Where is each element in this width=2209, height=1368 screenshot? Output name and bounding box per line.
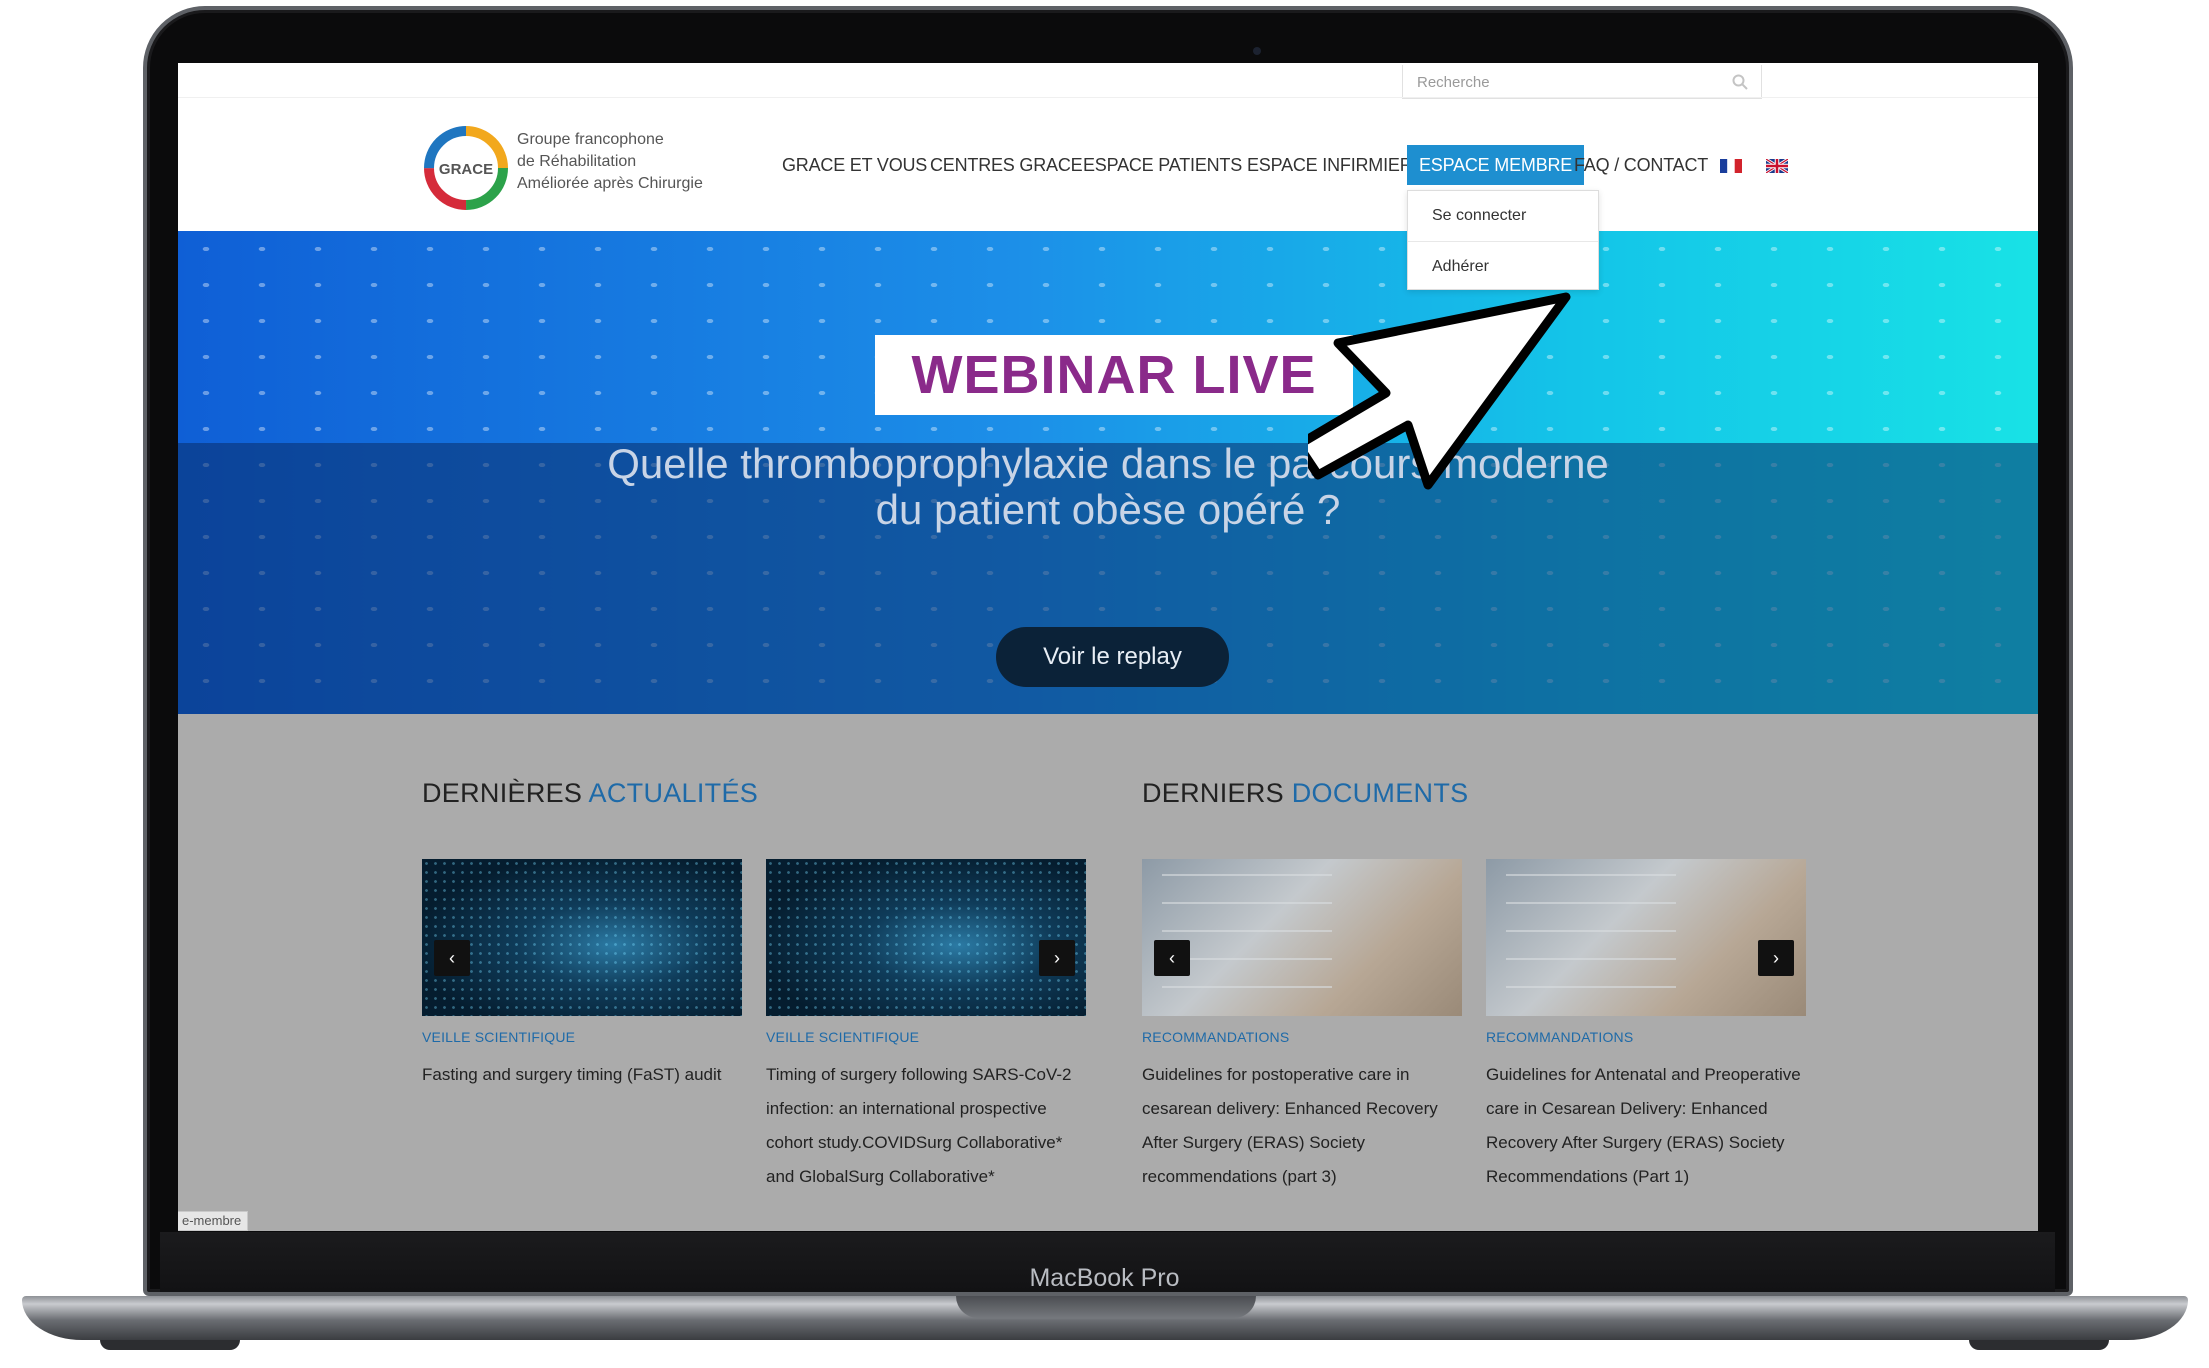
logo-tagline-line: Améliorée après Chirurgie (517, 175, 703, 192)
nav-item-centres-grace[interactable]: CENTRES GRACE (930, 145, 1083, 185)
docs-section-title: DERNIERS DOCUMENTS (1142, 778, 1468, 809)
hero-badge-text: WEBINAR LIVE (911, 345, 1317, 405)
section-title-plain: DERNIERS (1142, 778, 1292, 808)
news-card-title[interactable]: Fasting and surgery timing (FaST) audit (422, 1058, 732, 1092)
status-link-preview: e-membre (178, 1211, 249, 1231)
news-card-title[interactable]: Timing of surgery following SARS-CoV-2 i… (766, 1058, 1091, 1194)
laptop-foot (100, 1340, 240, 1350)
nav-item-espace-infirmier[interactable]: ESPACE INFIRMIER (1247, 145, 1413, 185)
news-section-title: DERNIÈRES ACTUALITÉS (422, 778, 758, 809)
nav-item-espace-patients[interactable]: ESPACE PATIENTS (1083, 145, 1242, 185)
laptop-foot (1969, 1340, 2109, 1350)
doc-card-title[interactable]: Guidelines for postoperative care in ces… (1142, 1058, 1467, 1194)
chevron-right-icon[interactable]: › (1039, 940, 1075, 976)
chevron-left-icon[interactable]: ‹ (434, 940, 470, 976)
section-title-plain: DERNIÈRES (422, 778, 589, 808)
doc-card-category[interactable]: RECOMMANDATIONS (1142, 1029, 1289, 1045)
doc-card-image[interactable] (1142, 859, 1462, 1016)
device-label: MacBook Pro (1029, 1264, 1180, 1292)
logo-tagline: Groupe francophone de Réhabilitation Amé… (517, 129, 737, 195)
hero-slider: WEBINAR LIVE Quelle thromboprophylaxie d… (178, 231, 2038, 714)
chevron-right-icon[interactable]: › (1758, 940, 1794, 976)
doc-card-image[interactable] (1486, 859, 1806, 1016)
section-title-accent: DOCUMENTS (1291, 778, 1469, 808)
news-card-image[interactable] (766, 859, 1086, 1016)
grace-logo[interactable]: GRACE (421, 123, 511, 213)
news-card-category[interactable]: VEILLE SCIENTIFIQUE (766, 1029, 919, 1045)
menu-item-adherer[interactable]: Adhérer (1408, 241, 1598, 291)
nav-item-espace-membre[interactable]: ESPACE MEMBRE (1407, 145, 1585, 185)
news-card-image[interactable] (422, 859, 742, 1016)
nav-item-faq-contact[interactable]: FAQ / CONTACT (1574, 145, 1708, 185)
french-flag-icon[interactable] (1720, 159, 1742, 173)
search-input[interactable] (1417, 71, 1717, 93)
search-icon[interactable] (1731, 73, 1749, 91)
nav-item-grace-et-vous[interactable]: GRACE ET VOUS (782, 145, 927, 185)
section-title-accent: ACTUALITÉS (588, 778, 759, 808)
arrow-pointer-icon (1308, 292, 1571, 490)
camera-icon (1253, 47, 1261, 55)
chevron-left-icon[interactable]: ‹ (1154, 940, 1190, 976)
logo-tagline-line: de Réhabilitation (517, 153, 637, 170)
header-divider (178, 97, 2038, 98)
espace-membre-dropdown: Se connecter Adhérer (1407, 190, 1599, 290)
replay-button[interactable]: Voir le replay (996, 627, 1229, 687)
news-card-category[interactable]: VEILLE SCIENTIFIQUE (422, 1029, 575, 1045)
svg-text:GRACE: GRACE (439, 161, 493, 178)
browser-screen: GRACE Groupe francophone de Réhabilitati… (178, 63, 2038, 1231)
menu-item-se-connecter[interactable]: Se connecter (1408, 191, 1598, 241)
hero-badge: WEBINAR LIVE (875, 335, 1353, 415)
logo-tagline-line: Groupe francophone (517, 131, 664, 148)
search-box (1402, 65, 1762, 99)
laptop-notch (956, 1296, 1256, 1318)
uk-flag-icon[interactable] (1766, 159, 1788, 173)
doc-card-title[interactable]: Guidelines for Antenatal and Preoperativ… (1486, 1058, 1811, 1194)
doc-card-category[interactable]: RECOMMANDATIONS (1486, 1029, 1633, 1045)
